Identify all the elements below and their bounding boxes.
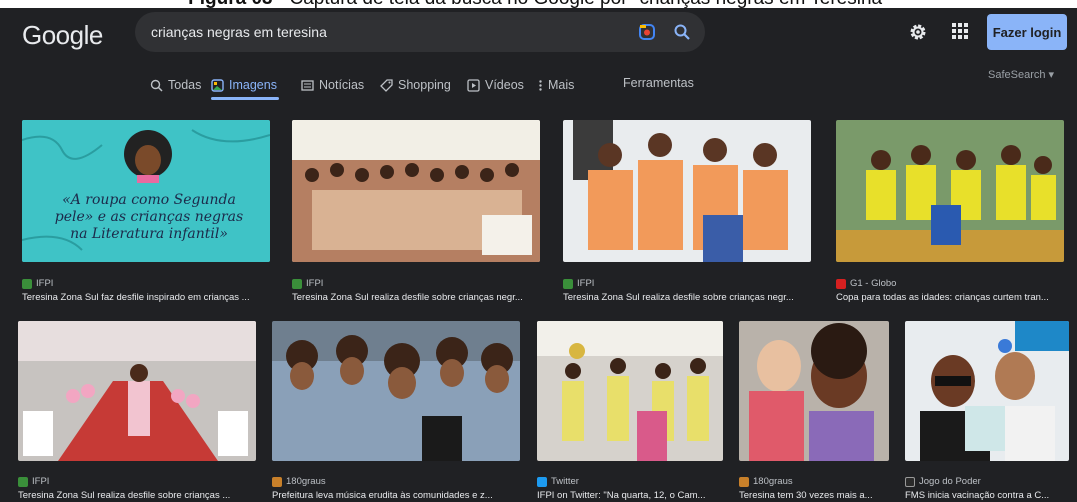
tab-shopping[interactable]: Shopping [380,74,451,96]
search-input[interactable] [151,22,621,42]
vaccination-photo [905,321,1069,461]
ifpi-favicon [292,278,302,289]
ifpi-favicon [22,278,32,289]
tab-todas[interactable]: Todas [150,74,201,96]
login-button[interactable]: Fazer login [987,14,1067,50]
180graus-favicon [272,476,282,487]
tab-noticias[interactable]: Notícias [301,74,364,96]
result-source[interactable]: Jogo do Poder [905,476,981,487]
runway-photo [18,321,256,461]
more-vertical-icon [539,79,542,91]
tab-videos[interactable]: Vídeos [467,74,524,96]
group-photo [836,120,1064,262]
tab-mais[interactable]: Mais [538,74,574,96]
apps-grid-icon[interactable] [951,22,969,40]
result-title[interactable]: Teresina Zona Sul faz desfile inspirado … [22,292,270,303]
result-thumbnail[interactable] [537,321,723,461]
image-result[interactable]: 180graus Teresina tem 30 vezes mais a... [739,321,889,502]
image-icon [211,78,224,92]
safesearch-button[interactable]: SafeSearch ▾ [988,68,1054,81]
180graus-favicon [739,476,749,487]
result-title[interactable]: IFPI on Twitter: "Na quarta, 12, o Cam..… [537,490,723,501]
result-thumbnail[interactable]: «A roupa como Segunda pele» e as criança… [22,120,270,262]
result-source[interactable]: IFPI [22,278,53,289]
image-result[interactable]: G1 - Globo Copa para todas as idades: cr… [836,120,1064,304]
result-source[interactable]: G1 - Globo [836,278,896,289]
settings-gear-icon[interactable] [908,22,928,42]
video-icon [467,78,480,92]
result-title[interactable]: Teresina Zona Sul realiza desfile sobre … [563,292,811,303]
result-thumbnail[interactable] [563,120,811,262]
chevron-down-icon: ▾ [1048,69,1055,81]
image-result[interactable]: «A roupa como Segunda pele» e as criança… [22,120,270,304]
active-tab-indicator [211,97,279,100]
tools-button[interactable]: Ferramentas [623,76,694,90]
news-icon [301,79,314,91]
google-logo[interactable]: Google [22,20,103,51]
result-title[interactable]: Prefeitura leva música erudita às comuni… [272,490,520,501]
ifpi-favicon [563,278,573,289]
result-title[interactable]: FMS inicia vacinação contra a C... [905,490,1069,501]
result-thumbnail[interactable] [272,321,520,461]
twitter-favicon [537,476,547,487]
jogo-do-poder-favicon [905,476,915,487]
image-result[interactable]: Twitter IFPI on Twitter: "Na quarta, 12,… [537,321,723,502]
result-source[interactable]: 180graus [272,476,326,487]
result-title[interactable]: Copa para todas as idades: crianças curt… [836,292,1064,303]
image-result[interactable]: 180graus Prefeitura leva música erudita … [272,321,520,502]
result-source[interactable]: IFPI [563,278,594,289]
search-icon[interactable] [673,23,691,41]
group-photo [292,120,540,262]
result-title[interactable]: Teresina tem 30 vezes mais a... [739,490,889,501]
result-thumbnail[interactable] [292,120,540,262]
children-audience-photo [272,321,520,461]
result-source[interactable]: IFPI [292,278,323,289]
google-lens-icon[interactable] [639,24,655,40]
google-images-results-page: Google Fazer login Todas Im [0,8,1077,502]
result-title[interactable]: Teresina Zona Sul realiza desfile sobre … [292,292,540,303]
runway-photo [537,321,723,461]
result-thumbnail[interactable] [905,321,1069,461]
result-source[interactable]: Twitter [537,476,579,487]
g1-favicon [836,278,846,289]
result-source[interactable]: IFPI [18,476,49,487]
tag-icon [380,78,393,92]
search-box [135,12,705,52]
result-thumbnail[interactable] [836,120,1064,262]
search-icon [150,79,163,92]
ifpi-favicon [18,476,28,487]
result-thumbnail[interactable] [18,321,256,461]
image-result[interactable]: IFPI Teresina Zona Sul realiza desfile s… [18,321,256,502]
mother-child-photo [739,321,889,461]
image-result[interactable]: IFPI Teresina Zona Sul realiza desfile s… [563,120,811,304]
group-photo [563,120,811,262]
result-thumbnail[interactable] [739,321,889,461]
tab-imagens[interactable]: Imagens [211,74,277,96]
result-title[interactable]: Teresina Zona Sul realiza desfile sobre … [18,490,256,501]
image-result[interactable]: IFPI Teresina Zona Sul realiza desfile s… [292,120,540,304]
image-result[interactable]: Jogo do Poder FMS inicia vacinação contr… [905,321,1069,502]
thumbnail-caption: «A roupa como Segunda pele» e as criança… [54,192,244,242]
result-source[interactable]: 180graus [739,476,793,487]
